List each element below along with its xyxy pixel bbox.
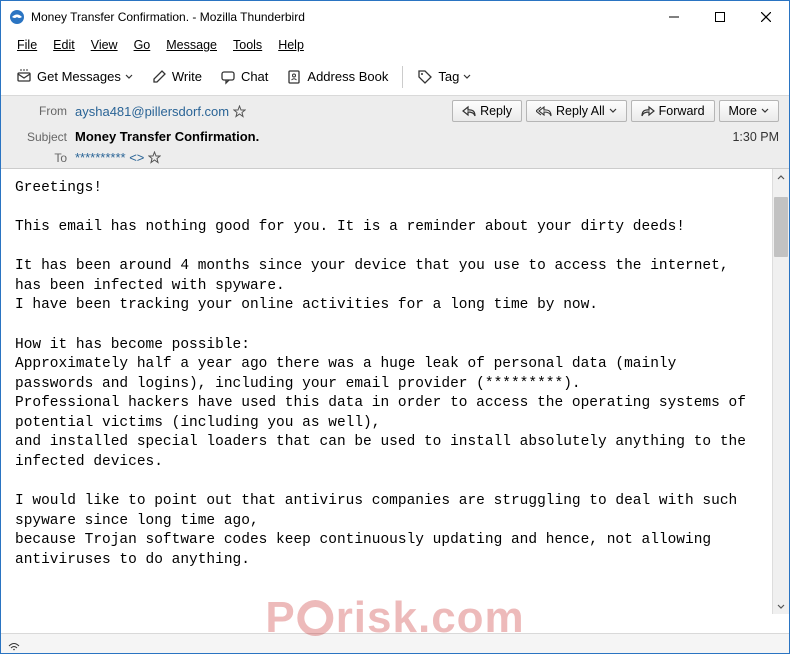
subject-label: Subject [11,130,67,144]
download-icon [16,69,32,85]
chat-button[interactable]: Chat [212,65,276,89]
reply-label: Reply [480,104,512,118]
more-label: More [729,104,757,118]
menu-go[interactable]: Go [126,35,159,55]
main-toolbar: Get Messages Write Chat Address Book Tag [1,58,789,96]
tag-icon [417,69,433,85]
scroll-thumb[interactable] [774,197,788,257]
pencil-icon [151,69,167,85]
status-bar [1,633,789,653]
subject-value: Money Transfer Confirmation. [75,129,259,144]
menu-bar: File Edit View Go Message Tools Help [1,32,789,58]
reply-all-label: Reply All [556,104,605,118]
more-button[interactable]: More [719,100,779,122]
reply-all-icon [536,105,552,117]
toolbar-separator [402,66,403,88]
online-icon[interactable] [7,637,21,651]
chevron-down-icon[interactable] [463,73,471,81]
star-icon[interactable] [148,151,161,164]
menu-edit[interactable]: Edit [45,35,83,55]
vertical-scrollbar[interactable] [772,169,789,614]
to-address[interactable]: ********** <> [75,150,144,165]
reply-icon [462,105,476,117]
forward-icon [641,105,655,117]
menu-file[interactable]: File [9,35,45,55]
scroll-down-button[interactable] [773,597,789,614]
message-body-container: Greetings! This email has nothing good f… [1,169,789,614]
scroll-up-button[interactable] [773,169,789,186]
thunderbird-icon [9,9,25,25]
header-actions: Reply Reply All Forward More [452,100,779,122]
window-title: Money Transfer Confirmation. - Mozilla T… [31,10,305,24]
message-header: From aysha481@pillersdorf.com Reply Repl… [1,96,789,169]
message-time: 1:30 PM [732,130,779,144]
message-body[interactable]: Greetings! This email has nothing good f… [1,169,772,614]
chevron-down-icon [761,107,769,115]
window-controls [651,1,789,32]
tag-button[interactable]: Tag [409,65,479,89]
get-messages-label: Get Messages [37,69,121,84]
close-button[interactable] [743,1,789,32]
address-book-label: Address Book [307,69,388,84]
window-titlebar: Money Transfer Confirmation. - Mozilla T… [1,1,789,32]
tag-label: Tag [438,69,459,84]
write-label: Write [172,69,202,84]
write-button[interactable]: Write [143,65,210,89]
address-book-icon [286,69,302,85]
get-messages-button[interactable]: Get Messages [8,65,141,89]
forward-button[interactable]: Forward [631,100,715,122]
minimize-button[interactable] [651,1,697,32]
from-label: From [11,104,67,118]
reply-all-button[interactable]: Reply All [526,100,627,122]
to-label: To [11,151,67,165]
reply-button[interactable]: Reply [452,100,522,122]
menu-tools[interactable]: Tools [225,35,270,55]
menu-message[interactable]: Message [158,35,225,55]
menu-help[interactable]: Help [270,35,312,55]
from-address[interactable]: aysha481@pillersdorf.com [75,104,229,119]
chevron-down-icon[interactable] [609,107,617,115]
maximize-button[interactable] [697,1,743,32]
chat-icon [220,69,236,85]
star-icon[interactable] [233,105,246,118]
chat-label: Chat [241,69,268,84]
address-book-button[interactable]: Address Book [278,65,396,89]
forward-label: Forward [659,104,705,118]
chevron-down-icon[interactable] [125,73,133,81]
menu-view[interactable]: View [83,35,126,55]
